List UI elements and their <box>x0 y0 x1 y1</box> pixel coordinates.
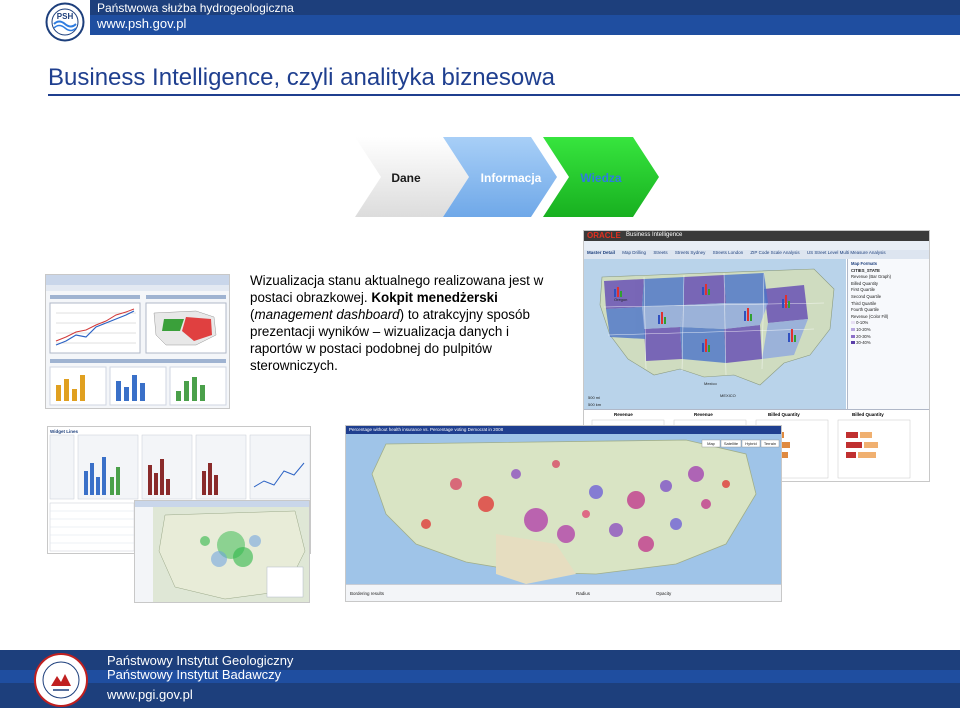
header-stripe-bottom <box>90 15 960 35</box>
bubble-map-btn-map: Map <box>707 441 716 446</box>
step-dane: Dane <box>391 171 421 185</box>
oracle-map-formats-panel: Map Formats CITIES_STATE Revenue (Bar Gr… <box>847 259 929 409</box>
header-url[interactable]: www.psh.gov.pl <box>97 16 186 31</box>
oracle-tab-0[interactable]: Master Detail <box>587 250 615 255</box>
oracle-layer-name: CITIES_STATE <box>851 267 880 273</box>
oracle-topbar: ORACLE Business Intelligence <box>584 231 929 241</box>
oracle-tab-3[interactable]: Streets Sydney <box>675 250 706 255</box>
oracle-brand: ORACLE <box>587 231 621 240</box>
bubble-map-screenshot: Percentage without health insurance vs. … <box>345 425 782 602</box>
bubble-map-footer-1[interactable]: Radius <box>576 591 590 596</box>
oracle-tab-2[interactable]: Streets <box>653 250 667 255</box>
header-org-name: Państwowa służba hydrogeologiczna <box>97 1 294 15</box>
pgi-logo-icon <box>34 653 88 707</box>
dane-informacja-wiedza-chevrons: Dane Informacja Wiedza <box>355 137 659 217</box>
oracle-us-map: Oregon Mexico MEXICO 500 mi 500 km <box>584 259 846 409</box>
bubble-map-btn-satellite: Satellite <box>724 441 739 446</box>
oracle-product: Business Intelligence <box>626 232 683 238</box>
description-em: management dashboard <box>254 307 400 322</box>
bubble-map-header: Percentage without health insurance vs. … <box>346 426 781 434</box>
oracle-mini-title-0: Revenue <box>614 412 633 417</box>
oracle-quartile-3: Fourth Quartile <box>851 307 879 313</box>
oracle-tab-1[interactable]: Map Drilling <box>622 250 646 255</box>
oracle-legend-4: 10-20% <box>856 326 871 332</box>
oracle-tab-6[interactable]: US Street Level Multi Measure Analysis <box>807 250 886 255</box>
cluster-map-screenshot <box>134 500 310 603</box>
oracle-scale-mi: 500 mi <box>588 395 600 400</box>
oracle-mini-title-1: Revenue <box>694 412 713 417</box>
oracle-mini-title-2: Billed Quantity <box>768 412 800 417</box>
oracle-map-label-2: MEXICO <box>720 393 736 398</box>
bubble-map-btn-hybrid: Hybrid <box>745 441 757 446</box>
bubble-map-btn-terrain: Terrain <box>764 441 776 446</box>
oracle-tab-4[interactable]: Streets London <box>713 250 744 255</box>
oracle-quartile-1: Second Quartile <box>851 293 882 299</box>
oracle-quartile-0: First Quartile <box>851 287 875 293</box>
oracle-legend-0[interactable]: Revenue (Bar Graph) <box>851 274 928 281</box>
step-wiedza: Wiedza <box>580 171 622 185</box>
oracle-map-label-0: Oregon <box>614 297 627 302</box>
oracle-legend-2[interactable]: Revenue (Color Fill) <box>851 314 928 321</box>
page-title: Business Intelligence, czyli analityka b… <box>48 64 555 91</box>
oracle-legend-3: 0-10% <box>856 320 869 326</box>
oracle-tabs: Master Detail Map Drilling Streets Stree… <box>584 250 929 259</box>
cognos-header: Widget Lines <box>50 429 78 434</box>
footer-institute-name: Państwowy Instytut Geologiczny <box>107 653 294 668</box>
step-informacja: Informacja <box>481 171 542 185</box>
footer-url[interactable]: www.pgi.gov.pl <box>107 687 193 702</box>
oracle-formats-title: Map Formats <box>851 261 878 266</box>
oracle-legend-1[interactable]: Billed Quantity <box>851 281 928 288</box>
header-band: Państwowa służba hydrogeologiczna www.ps… <box>0 0 960 38</box>
oracle-legend-5: 20-30% <box>856 333 871 339</box>
oracle-quartile-2: Third Quartile <box>851 300 877 306</box>
psh-logo-text: PSH <box>57 12 74 21</box>
oracle-scale-km: 500 km <box>588 402 602 407</box>
dashboard-thumbnail-left <box>45 274 230 409</box>
title-divider <box>48 94 960 96</box>
bubble-map-footer-2[interactable]: Opacity <box>656 591 671 596</box>
oracle-legend-6: 30-40% <box>856 340 871 346</box>
oracle-map-label-1: Mexico <box>704 381 717 386</box>
oracle-tab-5[interactable]: ZIP Code Scale Analysis <box>750 250 799 255</box>
footer-institute-subtitle: Państwowy Instytut Badawczy <box>107 667 282 682</box>
oracle-subbar <box>584 241 929 250</box>
bubble-map-footer-0: Bordering results <box>350 591 385 596</box>
footer-band: Państwowy Instytut Geologiczny Państwowy… <box>0 650 960 708</box>
bubble-map-canvas: Map Satellite Hybrid Terrain <box>346 434 781 584</box>
description-bold: Kokpit menedżerski <box>371 290 498 305</box>
psh-logo-icon: PSH <box>45 2 85 42</box>
oracle-mini-title-3: Billed Quantity <box>852 412 884 417</box>
description-text: Wizualizacja stanu aktualnego realizowan… <box>250 273 544 373</box>
bubble-map-footer: Bordering results Radius Opacity <box>346 584 781 601</box>
